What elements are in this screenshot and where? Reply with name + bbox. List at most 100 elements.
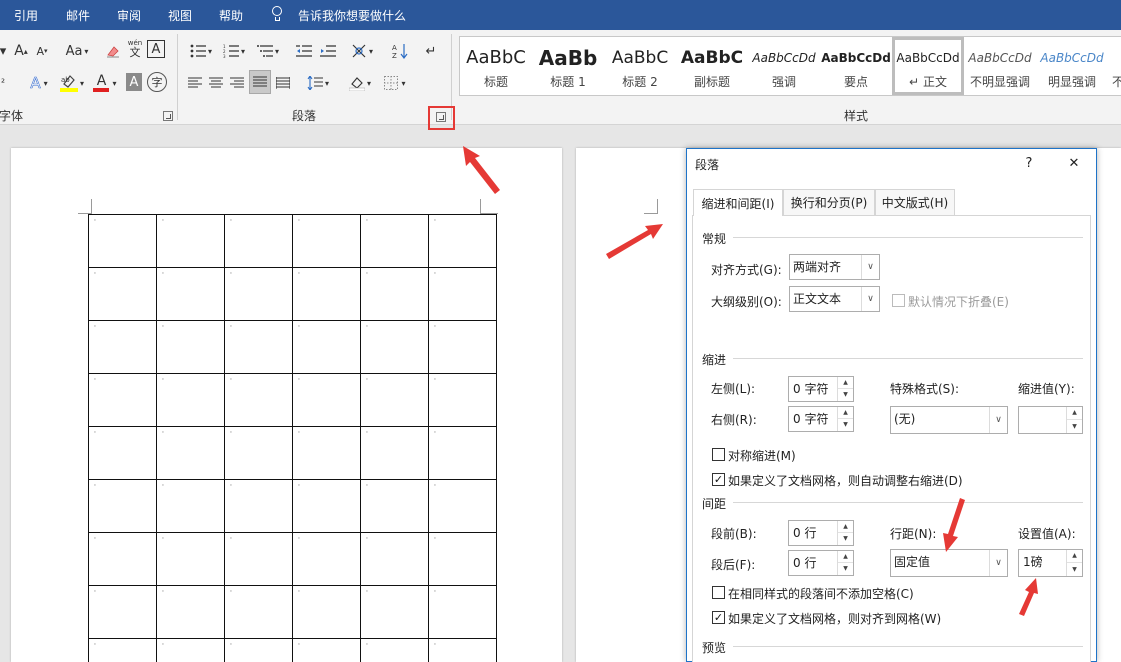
increase-indent-icon[interactable]: [318, 40, 338, 62]
table-cell[interactable]: ': [88, 532, 157, 586]
table-cell[interactable]: ': [88, 214, 157, 268]
table-cell[interactable]: ': [156, 585, 225, 639]
style-more[interactable]: 不: [1108, 37, 1121, 95]
style-emphasis[interactable]: AaBbCcDd 强调: [748, 37, 820, 95]
table-cell[interactable]: ': [292, 214, 361, 268]
superscript-icon[interactable]: ²: [0, 72, 10, 94]
change-case-icon[interactable]: Aa ▾: [60, 40, 94, 62]
spin-down-icon[interactable]: ▼: [1067, 420, 1082, 433]
shrink-font-icon[interactable]: A ▾: [34, 40, 50, 62]
spin-down-icon[interactable]: ▼: [838, 563, 853, 575]
table-cell[interactable]: ': [88, 479, 157, 533]
spacing-at-spinner[interactable]: 1磅 ▲ ▼: [1018, 549, 1083, 577]
outline-level-select[interactable]: 正文文本 ∨: [789, 286, 880, 312]
spin-down-icon[interactable]: ▼: [838, 389, 853, 401]
style-strong[interactable]: AaBbCcDd 要点: [820, 37, 892, 95]
distributed-icon[interactable]: [274, 72, 292, 94]
table-cell[interactable]: ': [360, 585, 429, 639]
table-cell[interactable]: ': [224, 214, 293, 268]
table-cell[interactable]: ': [428, 373, 497, 427]
sort-icon[interactable]: AZ: [390, 40, 410, 62]
table-cell[interactable]: ': [224, 638, 293, 662]
table-cell[interactable]: ': [292, 532, 361, 586]
tell-me-search[interactable]: 告诉我你想要做什么: [298, 7, 406, 24]
table-cell[interactable]: ': [360, 214, 429, 268]
numbering-icon[interactable]: 1 2 3 ▾: [219, 40, 249, 62]
spin-down-icon[interactable]: ▼: [1067, 563, 1082, 576]
enclose-characters-icon[interactable]: 字: [147, 72, 167, 92]
table-cell[interactable]: ': [360, 638, 429, 662]
table-cell[interactable]: ': [428, 532, 497, 586]
table-cell[interactable]: ': [156, 479, 225, 533]
table-cell[interactable]: ': [88, 320, 157, 374]
table-cell[interactable]: ': [224, 373, 293, 427]
align-left-icon[interactable]: [186, 72, 204, 94]
table-cell[interactable]: ': [224, 532, 293, 586]
tab-help[interactable]: 帮助: [219, 7, 243, 24]
table-cell[interactable]: ': [428, 479, 497, 533]
spin-down-icon[interactable]: ▼: [838, 533, 853, 545]
table-cell[interactable]: ': [428, 585, 497, 639]
table-cell[interactable]: ': [88, 426, 157, 480]
shading-icon[interactable]: ▾: [345, 72, 375, 94]
table-cell[interactable]: ': [292, 267, 361, 321]
table-cell[interactable]: ': [88, 267, 157, 321]
table-cell[interactable]: ': [428, 426, 497, 480]
line-spacing-icon[interactable]: ▾: [303, 72, 333, 94]
dont-add-space-checkbox[interactable]: [712, 586, 725, 599]
collapse-by-default-checkbox[interactable]: [892, 294, 905, 307]
document-table[interactable]: ' ' ' ' ' ' ' ' ' ' ' ' ' ' ' ' ' ' ' ' ' ' ' ' ' ' ' ' ' ' ' ' ' ' ' ' ' ' ' '…: [88, 214, 497, 662]
mirror-indents-checkbox[interactable]: [712, 448, 725, 461]
table-cell[interactable]: ': [292, 320, 361, 374]
table-cell[interactable]: ': [156, 214, 225, 268]
table-cell[interactable]: ': [224, 426, 293, 480]
tab-indents-spacing[interactable]: 缩进和间距(I): [693, 189, 783, 216]
style-intense-emphasis[interactable]: AaBbCcDd 明显强调: [1036, 37, 1108, 95]
table-cell[interactable]: ': [88, 585, 157, 639]
multilevel-list-icon[interactable]: ▾: [253, 40, 283, 62]
table-cell[interactable]: ': [224, 320, 293, 374]
tab-mailings[interactable]: 邮件: [66, 7, 90, 24]
character-border-icon[interactable]: A: [147, 40, 165, 58]
decrease-indent-icon[interactable]: [294, 40, 314, 62]
table-cell[interactable]: ': [156, 638, 225, 662]
table-cell[interactable]: ': [360, 426, 429, 480]
table-cell[interactable]: ': [88, 638, 157, 662]
table-cell[interactable]: ': [292, 585, 361, 639]
font-size-dropdown-icon[interactable]: ▾: [0, 40, 10, 62]
alignment-select[interactable]: 两端对齐 ∨: [789, 254, 880, 280]
table-cell[interactable]: ': [292, 638, 361, 662]
table-cell[interactable]: ': [224, 585, 293, 639]
table-cell[interactable]: ': [360, 267, 429, 321]
table-cell[interactable]: ': [224, 479, 293, 533]
table-cell[interactable]: ': [156, 373, 225, 427]
align-center-icon[interactable]: [207, 72, 225, 94]
indent-by-spinner[interactable]: ▲ ▼: [1018, 406, 1083, 434]
close-button[interactable]: ✕: [1061, 152, 1087, 174]
borders-icon[interactable]: ▾: [380, 72, 410, 94]
table-cell[interactable]: ': [156, 532, 225, 586]
grow-font-icon[interactable]: A ▴: [12, 40, 30, 62]
table-cell[interactable]: ': [360, 373, 429, 427]
align-right-icon[interactable]: [228, 72, 246, 94]
style-title[interactable]: AaBbC 标题: [460, 37, 532, 95]
style-subtle-emphasis[interactable]: AaBbCcDd 不明显强调: [964, 37, 1036, 95]
spin-down-icon[interactable]: ▼: [838, 419, 853, 431]
bullets-icon[interactable]: ▾: [186, 40, 216, 62]
table-cell[interactable]: ': [360, 532, 429, 586]
tab-references[interactable]: 引用: [14, 7, 38, 24]
table-cell[interactable]: ': [292, 479, 361, 533]
clear-formatting-icon[interactable]: [104, 40, 122, 62]
special-indent-select[interactable]: (无) ∨: [890, 406, 1008, 434]
auto-adjust-indent-checkbox[interactable]: ✓: [712, 473, 725, 486]
font-dialog-launcher-icon[interactable]: [163, 111, 173, 121]
style-normal[interactable]: AaBbCcDd ↵ 正文: [892, 37, 964, 95]
table-cell[interactable]: ': [360, 479, 429, 533]
table-cell[interactable]: ': [428, 267, 497, 321]
style-heading-1[interactable]: AaBb 标题 1: [532, 37, 604, 95]
highlight-color-icon[interactable]: ab ▾: [56, 72, 88, 94]
space-after-spinner[interactable]: 0 行 ▲ ▼: [788, 550, 854, 576]
tab-asian-typography[interactable]: 中文版式(H): [875, 189, 955, 215]
character-shading-icon[interactable]: A: [126, 73, 142, 91]
table-cell[interactable]: ': [156, 320, 225, 374]
